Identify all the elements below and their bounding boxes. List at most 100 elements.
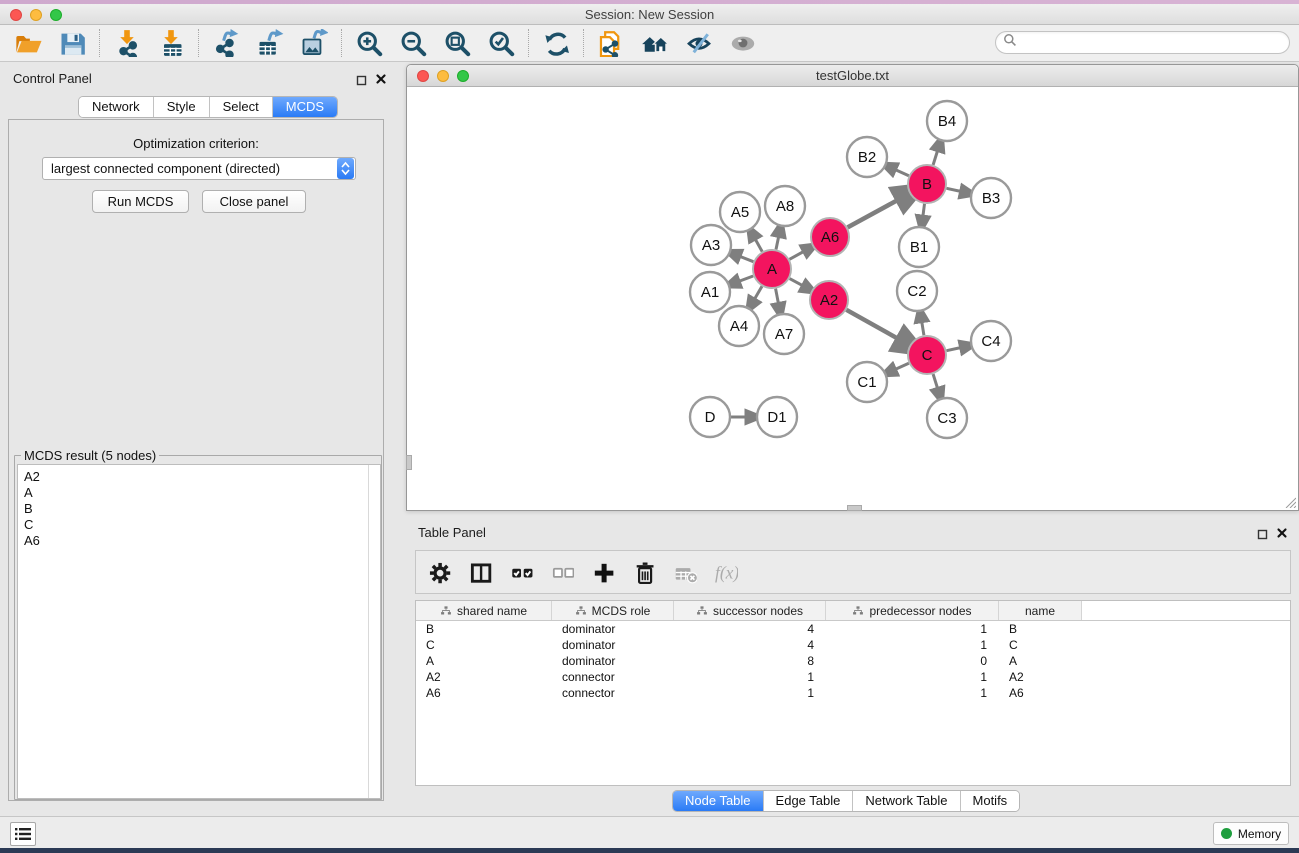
edge-C-C1[interactable] <box>894 363 908 370</box>
select-all-button[interactable] <box>508 559 534 585</box>
network-window-controls[interactable] <box>417 70 469 82</box>
table-row[interactable]: A6connector11A6 <box>416 685 1290 701</box>
gear-button[interactable] <box>426 559 452 585</box>
memory-button[interactable]: Memory <box>1213 822 1289 845</box>
edge-A-A3[interactable] <box>739 256 754 262</box>
delete-table-button[interactable] <box>672 559 698 585</box>
minimize-network-button[interactable] <box>437 70 449 82</box>
resize-grip-icon[interactable] <box>1283 495 1296 508</box>
column-header-successor-nodes[interactable]: successor nodes <box>674 601 826 620</box>
node-A8[interactable]: A8 <box>765 186 805 226</box>
edge-B-B4[interactable] <box>933 150 938 165</box>
node-A7[interactable]: A7 <box>764 314 804 354</box>
node-C4[interactable]: C4 <box>971 321 1011 361</box>
node-A2[interactable]: A2 <box>810 281 848 319</box>
criterion-dropdown[interactable]: largest connected component (directed) <box>42 157 356 180</box>
search-input[interactable] <box>1017 32 1289 53</box>
close-panel-button[interactable]: Close panel <box>202 190 306 213</box>
edge-A-A5[interactable] <box>755 238 763 251</box>
node-A6[interactable]: A6 <box>811 218 849 256</box>
network-window[interactable]: testGlobe.txt B4 B2 B B3 A5 A8 A6 A3 B1 … <box>406 64 1299 511</box>
column-header-shared-name[interactable]: shared name <box>416 601 552 620</box>
edge-A-A6[interactable] <box>790 251 805 259</box>
result-scrollbar[interactable] <box>368 465 369 798</box>
edge-A-A4[interactable] <box>754 286 762 300</box>
import-network-button[interactable] <box>111 28 143 58</box>
edge-B-B2[interactable] <box>894 169 908 176</box>
dropdown-stepper-icon[interactable] <box>337 158 354 179</box>
table-row[interactable]: Bdominator41B <box>416 621 1290 637</box>
export-network-button[interactable] <box>210 28 242 58</box>
edge-A6-B[interactable] <box>848 199 900 228</box>
trash-button[interactable] <box>631 559 657 585</box>
tab-mcds[interactable]: MCDS <box>273 97 337 117</box>
run-mcds-button[interactable]: Run MCDS <box>92 190 189 213</box>
add-column-button[interactable] <box>590 559 616 585</box>
node-C2[interactable]: C2 <box>897 271 937 311</box>
tab-edge-table[interactable]: Edge Table <box>764 791 854 811</box>
zoom-selected-button[interactable] <box>485 28 517 58</box>
edge-A-A1[interactable] <box>738 276 753 282</box>
result-list-item[interactable]: A <box>24 485 380 501</box>
tab-style[interactable]: Style <box>154 97 210 117</box>
show-all-button[interactable] <box>727 28 759 58</box>
close-table-panel-icon[interactable] <box>1276 526 1288 538</box>
edge-A-A8[interactable] <box>776 235 779 249</box>
node-B4[interactable]: B4 <box>927 101 967 141</box>
result-list-item[interactable]: A6 <box>24 533 380 549</box>
edge-C-C2[interactable] <box>922 321 924 336</box>
node-C[interactable]: C <box>908 336 946 374</box>
result-list-item[interactable]: C <box>24 517 380 533</box>
result-list-item[interactable]: B <box>24 501 380 517</box>
function-builder-button[interactable]: f(x) <box>713 559 739 585</box>
table-header-row[interactable]: shared nameMCDS rolesuccessor nodesprede… <box>416 601 1290 621</box>
edge-A-A2[interactable] <box>790 279 804 287</box>
edge-B-B3[interactable] <box>947 188 962 191</box>
column-header-name[interactable]: name <box>999 601 1082 620</box>
deselect-all-button[interactable] <box>549 559 575 585</box>
splitter-handle-bottom[interactable] <box>847 505 862 511</box>
node-B1[interactable]: B1 <box>899 227 939 267</box>
tab-select[interactable]: Select <box>210 97 273 117</box>
float-panel-icon[interactable] <box>356 73 368 85</box>
edge-C-C3[interactable] <box>933 374 938 389</box>
search-field[interactable] <box>995 31 1290 54</box>
zoom-fit-button[interactable] <box>441 28 473 58</box>
edge-A-A7[interactable] <box>776 289 779 305</box>
zoom-in-button[interactable] <box>353 28 385 58</box>
close-panel-icon[interactable] <box>375 72 387 84</box>
edge-A2-C[interactable] <box>846 310 900 340</box>
node-A4[interactable]: A4 <box>719 306 759 346</box>
window-controls[interactable] <box>10 9 62 21</box>
close-network-button[interactable] <box>417 70 429 82</box>
node-B3[interactable]: B3 <box>971 178 1011 218</box>
table-body[interactable]: Bdominator41BCdominator41CAdominator80AA… <box>416 621 1290 701</box>
node-D1[interactable]: D1 <box>757 397 797 437</box>
column-header-predecessor-nodes[interactable]: predecessor nodes <box>826 601 999 620</box>
save-session-button[interactable] <box>56 28 88 58</box>
node-A3[interactable]: A3 <box>691 225 731 265</box>
network-window-titlebar[interactable]: testGlobe.txt <box>407 65 1298 87</box>
node-table[interactable]: shared nameMCDS rolesuccessor nodesprede… <box>415 600 1291 786</box>
export-image-button[interactable] <box>298 28 330 58</box>
close-window-button[interactable] <box>10 9 22 21</box>
node-A1[interactable]: A1 <box>690 272 730 312</box>
table-row[interactable]: Cdominator41C <box>416 637 1290 653</box>
column-header-MCDS-role[interactable]: MCDS role <box>552 601 674 620</box>
node-A[interactable]: A <box>753 250 791 288</box>
export-table-button[interactable] <box>254 28 286 58</box>
tab-motifs[interactable]: Motifs <box>961 791 1020 811</box>
splitter-handle-left[interactable] <box>406 455 412 470</box>
hide-selected-button[interactable] <box>683 28 715 58</box>
duplicate-network-button[interactable] <box>595 28 627 58</box>
zoom-network-button[interactable] <box>457 70 469 82</box>
refresh-button[interactable] <box>540 28 572 58</box>
open-file-button[interactable] <box>12 28 44 58</box>
node-B2[interactable]: B2 <box>847 137 887 177</box>
zoom-out-button[interactable] <box>397 28 429 58</box>
zoom-window-button[interactable] <box>50 9 62 21</box>
edge-B-B1[interactable] <box>923 204 925 217</box>
node-A5[interactable]: A5 <box>720 192 760 232</box>
tab-network-table[interactable]: Network Table <box>853 791 960 811</box>
import-table-button[interactable] <box>155 28 187 58</box>
